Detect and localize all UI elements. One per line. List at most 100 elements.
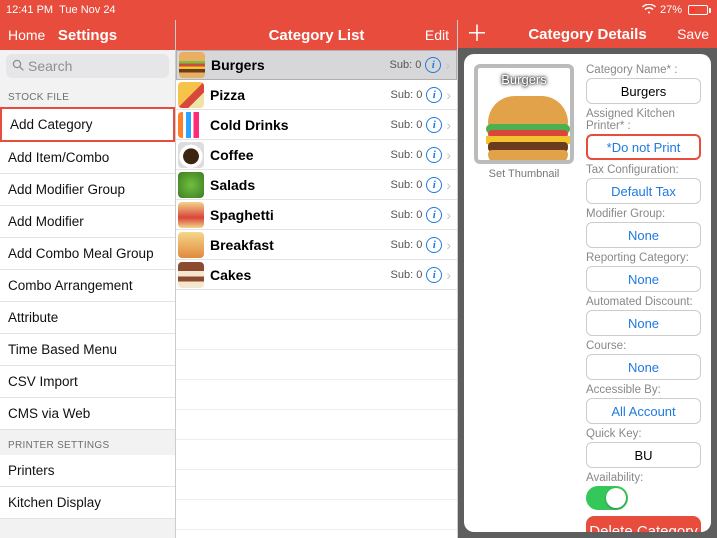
- wifi-icon: [642, 4, 656, 17]
- category-name: Salads: [210, 177, 391, 193]
- category-details-header: ＋ Category Details Save: [458, 20, 717, 48]
- sidebar-item[interactable]: CMS via Web: [0, 398, 175, 430]
- status-bar: 12:41 PM Tue Nov 24 27%: [0, 0, 717, 20]
- sidebar-item[interactable]: Kitchen Display: [0, 487, 175, 519]
- category-row[interactable]: CoffeeSub: 0i›: [176, 140, 457, 170]
- category-thumbnail[interactable]: Burgers: [474, 64, 574, 164]
- reporting-label: Reporting Category:: [586, 252, 701, 264]
- sidebar-item[interactable]: Add Category: [0, 107, 175, 142]
- search-icon: [12, 59, 24, 74]
- category-name-label: Category Name* :: [586, 64, 701, 76]
- category-subcount: Sub: 0: [391, 119, 423, 131]
- category-row[interactable]: BurgersSub: 0i›: [176, 50, 457, 80]
- info-icon[interactable]: i: [426, 267, 442, 283]
- chevron-right-icon: ›: [446, 207, 451, 223]
- availability-label: Availability:: [586, 472, 701, 484]
- accessible-label: Accessible By:: [586, 384, 701, 396]
- tax-label: Tax Configuration:: [586, 164, 701, 176]
- quickkey-field[interactable]: BU: [586, 442, 701, 468]
- info-icon[interactable]: i: [426, 207, 442, 223]
- category-thumb-icon: [178, 142, 204, 168]
- settings-sidebar: Home Settings Search STOCK FILE Add Cate…: [0, 20, 176, 538]
- chevron-right-icon: ›: [446, 267, 451, 283]
- chevron-right-icon: ›: [445, 57, 450, 73]
- autodiscount-select[interactable]: None: [586, 310, 701, 336]
- settings-header: Home Settings: [0, 20, 175, 50]
- info-icon[interactable]: i: [426, 177, 442, 193]
- sidebar-item[interactable]: Add Modifier Group: [0, 174, 175, 206]
- search-input[interactable]: Search: [6, 54, 169, 78]
- status-time: 12:41 PM: [6, 4, 53, 16]
- home-button[interactable]: Home: [8, 27, 45, 43]
- info-icon[interactable]: i: [426, 87, 442, 103]
- category-details-title: Category Details: [528, 26, 646, 43]
- category-subcount: Sub: 0: [391, 209, 423, 221]
- quickkey-label: Quick Key:: [586, 428, 701, 440]
- sidebar-item[interactable]: Printers: [0, 455, 175, 487]
- add-button[interactable]: ＋: [466, 25, 488, 43]
- delete-category-button[interactable]: Delete Category: [586, 516, 701, 532]
- category-name: Spaghetti: [210, 207, 391, 223]
- chevron-right-icon: ›: [446, 87, 451, 103]
- chevron-right-icon: ›: [446, 237, 451, 253]
- category-name: Breakfast: [210, 237, 391, 253]
- chevron-right-icon: ›: [446, 117, 451, 133]
- sidebar-item[interactable]: CSV Import: [0, 366, 175, 398]
- sidebar-item[interactable]: Attribute: [0, 302, 175, 334]
- category-thumb-icon: [178, 232, 204, 258]
- printer-label: Assigned Kitchen Printer* :: [586, 108, 701, 132]
- info-icon[interactable]: i: [426, 117, 442, 133]
- category-thumb-icon: [178, 82, 204, 108]
- category-subcount: Sub: 0: [391, 89, 423, 101]
- sidebar-item[interactable]: Time Based Menu: [0, 334, 175, 366]
- availability-toggle[interactable]: [586, 486, 628, 510]
- reporting-select[interactable]: None: [586, 266, 701, 292]
- sidebar-item[interactable]: Add Item/Combo: [0, 142, 175, 174]
- category-name: Cold Drinks: [210, 117, 391, 133]
- thumbnail-label: Burgers: [478, 72, 570, 87]
- accessible-select[interactable]: All Account: [586, 398, 701, 424]
- sidebar-item[interactable]: Add Modifier: [0, 206, 175, 238]
- save-button[interactable]: Save: [677, 26, 709, 42]
- status-date: Tue Nov 24: [59, 4, 115, 16]
- category-thumb-icon: [178, 112, 204, 138]
- category-details-panel: ＋ Category Details Save Burgers Set Thum…: [458, 20, 717, 538]
- category-thumb-icon: [178, 172, 204, 198]
- category-row[interactable]: SpaghettiSub: 0i›: [176, 200, 457, 230]
- info-icon[interactable]: i: [426, 237, 442, 253]
- category-name-field[interactable]: Burgers: [586, 78, 701, 104]
- modifier-select[interactable]: None: [586, 222, 701, 248]
- info-icon[interactable]: i: [425, 57, 441, 73]
- battery-icon: [686, 5, 711, 15]
- category-name: Pizza: [210, 87, 391, 103]
- set-thumbnail-button[interactable]: Set Thumbnail: [474, 168, 574, 180]
- category-subcount: Sub: 0: [390, 59, 422, 71]
- course-label: Course:: [586, 340, 701, 352]
- chevron-right-icon: ›: [446, 147, 451, 163]
- printer-select[interactable]: *Do not Print: [586, 134, 701, 160]
- course-select[interactable]: None: [586, 354, 701, 380]
- category-row[interactable]: BreakfastSub: 0i›: [176, 230, 457, 260]
- category-subcount: Sub: 0: [391, 179, 423, 191]
- category-subcount: Sub: 0: [391, 239, 423, 251]
- info-icon[interactable]: i: [426, 147, 442, 163]
- modifier-label: Modifier Group:: [586, 208, 701, 220]
- category-row[interactable]: PizzaSub: 0i›: [176, 80, 457, 110]
- section-stock-file: STOCK FILE: [0, 82, 175, 107]
- category-name: Coffee: [210, 147, 391, 163]
- tax-select[interactable]: Default Tax: [586, 178, 701, 204]
- category-list-panel: Category List Edit BurgersSub: 0i›PizzaS…: [176, 20, 458, 538]
- category-list-title: Category List: [269, 27, 365, 44]
- category-list-header: Category List Edit: [176, 20, 457, 50]
- edit-button[interactable]: Edit: [425, 27, 449, 43]
- category-row[interactable]: SaladsSub: 0i›: [176, 170, 457, 200]
- search-placeholder: Search: [28, 58, 72, 74]
- category-name: Cakes: [210, 267, 391, 283]
- sidebar-item[interactable]: Combo Arrangement: [0, 270, 175, 302]
- battery-percent: 27%: [660, 4, 682, 16]
- category-name: Burgers: [211, 57, 390, 73]
- category-row[interactable]: Cold DrinksSub: 0i›: [176, 110, 457, 140]
- category-row[interactable]: CakesSub: 0i›: [176, 260, 457, 290]
- sidebar-item[interactable]: Add Combo Meal Group: [0, 238, 175, 270]
- category-subcount: Sub: 0: [391, 149, 423, 161]
